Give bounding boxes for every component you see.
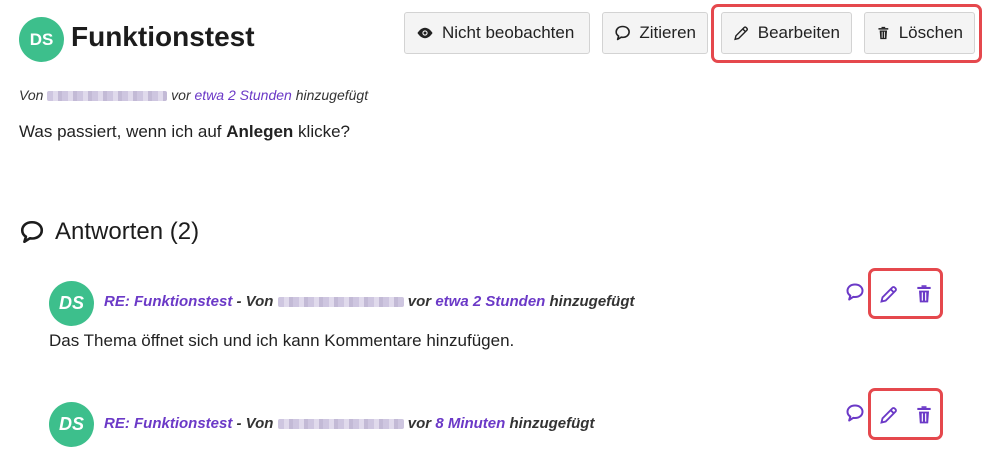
redacted-author <box>47 91 168 102</box>
reply-avatar: DS <box>49 281 94 326</box>
redacted-author <box>277 419 404 430</box>
reply-suffix: hinzugefügt <box>549 293 635 310</box>
unwatch-label: Nicht beobachten <box>442 23 575 42</box>
answers-heading-text: Antworten (2) <box>55 218 200 245</box>
speech-bubble-icon <box>20 220 44 244</box>
body-text: Was passiert, wenn ich auf <box>19 122 222 141</box>
reply-time-link[interactable]: 8 Minuten <box>435 415 505 432</box>
highlight-box-reply-2 <box>868 388 943 440</box>
body-text-end: klicke? <box>298 122 351 141</box>
reply-avatar: DS <box>49 402 94 447</box>
meta-suffix: hinzugefügt <box>295 87 369 103</box>
reply-subject-link[interactable]: RE: Funktionstest <box>104 415 232 432</box>
quote-label: Zitieren <box>639 23 696 42</box>
topic-meta: Von vor etwa 2 Stunden hinzugefügt <box>19 87 368 103</box>
reply-separator: - Von <box>232 415 278 432</box>
topic-avatar: DS <box>19 17 64 62</box>
meta-time-link[interactable]: etwa 2 Stunden <box>195 87 292 103</box>
reply-suffix: hinzugefügt <box>509 415 595 432</box>
reply-time-prefix: vor <box>407 415 432 432</box>
reply-quote-icon[interactable] <box>845 282 865 302</box>
answers-heading: Antworten (2) <box>19 218 199 246</box>
quote-button[interactable]: Zitieren <box>602 12 708 54</box>
unwatch-button[interactable]: Nicht beobachten <box>404 12 590 54</box>
meta-time-prefix: vor <box>171 87 191 103</box>
body-bold: Anlegen <box>226 122 294 141</box>
redacted-author <box>277 297 404 308</box>
reply-subject-link[interactable]: RE: Funktionstest <box>104 293 232 310</box>
reply-separator: - Von <box>232 293 278 310</box>
reply-quote-icon[interactable] <box>845 403 865 423</box>
eye-icon <box>417 27 433 39</box>
speech-bubble-icon <box>615 25 630 41</box>
meta-prefix: Von <box>19 87 44 103</box>
reply-meta: RE: Funktionstest - Von vor etwa 2 Stund… <box>104 293 635 310</box>
speech-bubble-icon <box>846 283 864 301</box>
reply-body: Das Thema öffnet sich und ich kann Komme… <box>49 331 515 350</box>
reply-time-prefix: vor <box>407 293 432 310</box>
page-title: Funktionstest <box>71 21 255 52</box>
topic-body: Was passiert, wenn ich auf Anlegen klick… <box>19 122 350 142</box>
highlight-box-reply-1 <box>868 268 943 319</box>
reply-time-link[interactable]: etwa 2 Stunden <box>435 293 545 310</box>
reply-meta: RE: Funktionstest - Von vor 8 Minuten hi… <box>104 415 594 432</box>
highlight-box-toolbar <box>711 4 982 63</box>
speech-bubble-icon <box>846 404 864 422</box>
